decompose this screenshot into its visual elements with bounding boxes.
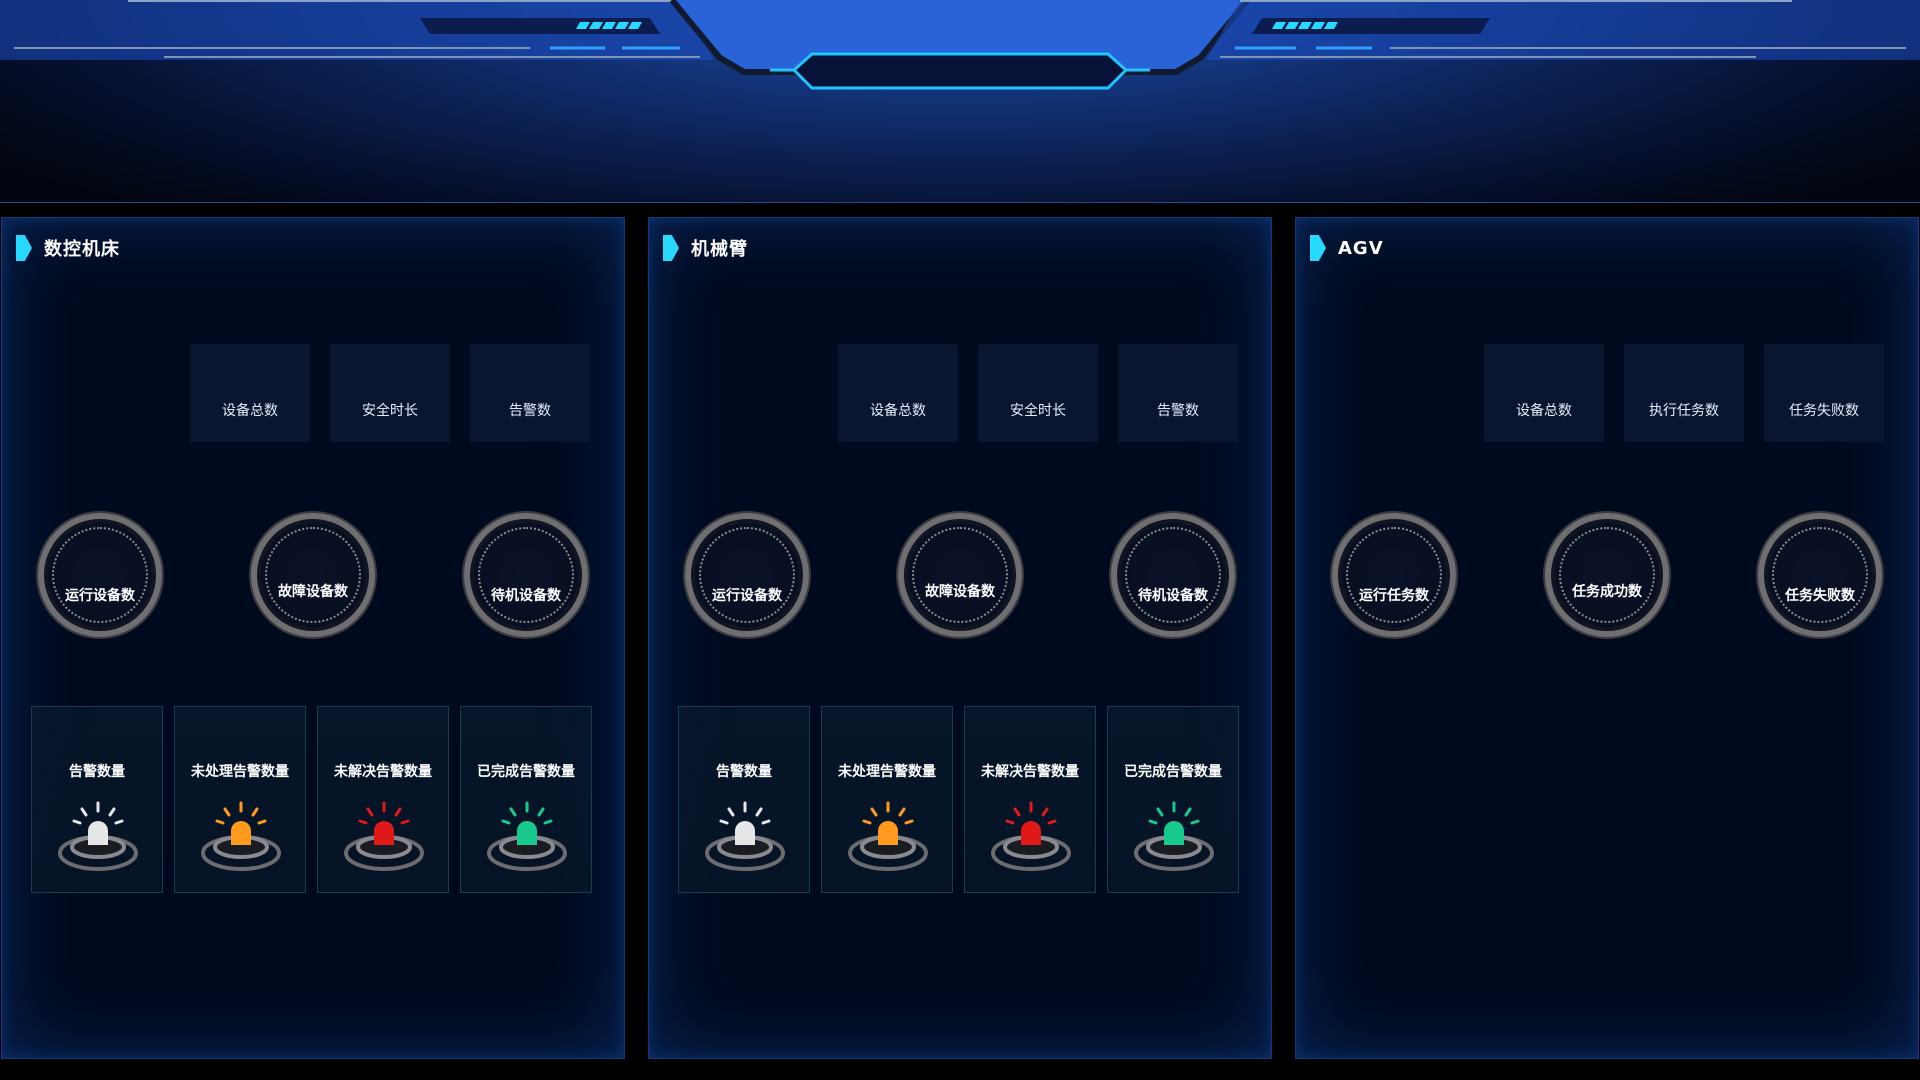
stat-total-devices: 设备总数 [1484,344,1604,442]
panel-robot-arm: 机械臂 设备总数 安全时长 告警数 运行设备数 故障设备数 待机设备数 告警数量… [648,217,1272,1059]
red-alarm-light-icon [991,801,1071,871]
stat-total-devices: 设备总数 [190,344,310,442]
gauge-standby-devices: 待机设备数 [464,513,588,637]
panel-header: 机械臂 [663,234,748,262]
header-banner [0,0,1920,203]
alarm-card-completed: 已完成告警数量 [1107,706,1239,893]
orange-alarm-light-icon [848,801,928,871]
alarm-card-unhandled: 未处理告警数量 [174,706,306,893]
gauge-failed-tasks: 任务失败数 [1758,513,1882,637]
gauge-standby-devices: 待机设备数 [1111,513,1235,637]
alarm-card-total: 告警数量 [678,706,810,893]
white-alarm-light-icon [705,801,785,871]
panel-cnc-machine: 数控机床 设备总数 安全时长 告警数 运行设备数 故障设备数 待机设备数 告警数… [1,217,625,1059]
flag-icon [663,235,679,261]
flag-icon [1310,235,1326,261]
stat-failed-tasks: 任务失败数 [1764,344,1884,442]
stat-safe-duration: 安全时长 [330,344,450,442]
alarm-card-unresolved: 未解决告警数量 [317,706,449,893]
panel-title: 数控机床 [44,239,120,260]
orange-alarm-light-icon [201,801,281,871]
gauge-running-tasks: 运行任务数 [1332,513,1456,637]
stat-total-devices: 设备总数 [838,344,958,442]
panel-agv: AGV 设备总数 执行任务数 任务失败数 运行任务数 任务成功数 任务失败数 [1295,217,1919,1059]
gauge-running-devices: 运行设备数 [38,513,162,637]
panel-title: 机械臂 [691,239,748,260]
white-alarm-light-icon [58,801,138,871]
stat-alarm-count: 告警数 [470,344,590,442]
gauge-fault-devices: 故障设备数 [251,513,375,637]
stat-executing-tasks: 执行任务数 [1624,344,1744,442]
gauge-running-devices: 运行设备数 [685,513,809,637]
panel-header: 数控机床 [16,234,120,262]
panel-title: AGV [1338,237,1384,259]
alarm-card-completed: 已完成告警数量 [460,706,592,893]
gauge-fault-devices: 故障设备数 [898,513,1022,637]
green-alarm-light-icon [487,801,567,871]
page-title [820,56,1100,86]
alarm-card-unresolved: 未解决告警数量 [964,706,1096,893]
flag-icon [16,235,32,261]
stat-alarm-count: 告警数 [1118,344,1238,442]
alarm-card-total: 告警数量 [31,706,163,893]
header-frame-decoration [0,0,1920,90]
panel-header: AGV [1310,234,1384,262]
green-alarm-light-icon [1134,801,1214,871]
alarm-card-unhandled: 未处理告警数量 [821,706,953,893]
gauge-successful-tasks: 任务成功数 [1545,513,1669,637]
red-alarm-light-icon [344,801,424,871]
stat-safe-duration: 安全时长 [978,344,1098,442]
